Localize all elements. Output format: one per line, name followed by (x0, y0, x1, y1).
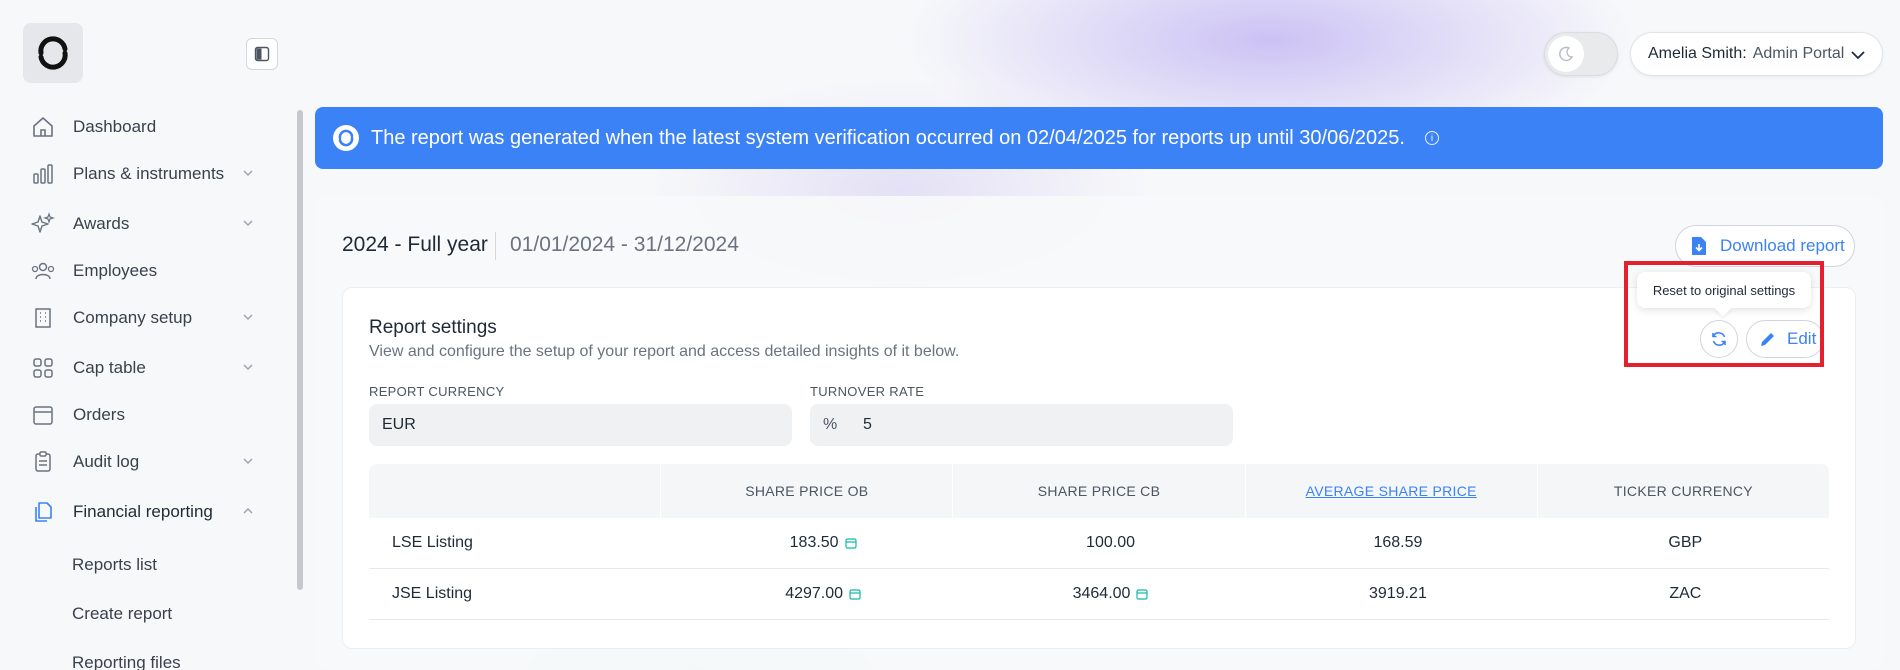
user-menu-button[interactable]: Amelia Smith: Admin Portal (1630, 32, 1883, 76)
highlight-box (1624, 261, 1824, 367)
info-icon[interactable]: i (1424, 131, 1439, 145)
cell-value: 4297.00 (785, 585, 844, 602)
settings-title: Report settings (369, 317, 497, 338)
bar-chart-icon (30, 161, 56, 187)
column-header-share-price-cb: SHARE PRICE CB (953, 464, 1246, 518)
turnover-field[interactable]: % 5 (810, 404, 1233, 446)
sidebar-item-dashboard[interactable]: Dashboard (30, 111, 260, 143)
moon-icon (1559, 46, 1574, 62)
sidebar-item-label: Audit log (73, 452, 140, 471)
home-icon (30, 114, 56, 140)
turnover-value: 5 (863, 416, 872, 433)
chevron-down-icon (243, 458, 253, 465)
banner-logo-icon (333, 125, 359, 151)
listing-name: LSE Listing (392, 534, 473, 551)
knob (1548, 36, 1584, 72)
calendar-icon[interactable] (1136, 588, 1149, 600)
sidebar-item-financial-reporting[interactable]: Financial reporting (30, 496, 260, 528)
share-price-ob-cell: 4297.00 (679, 569, 966, 619)
chevron-down-icon (243, 170, 253, 177)
sidebar-toggle-icon (254, 46, 270, 62)
logo-icon (38, 36, 68, 70)
documents-icon (30, 499, 56, 525)
sidebar-item-label: Employees (73, 261, 158, 280)
banner-text: The report was generated when the latest… (371, 126, 1405, 149)
sidebar-item-label: Dashboard (73, 117, 157, 136)
report-date-range: 01/01/2024 - 31/12/2024 (510, 233, 739, 256)
calendar-icon (30, 402, 56, 428)
chevron-down-icon (243, 364, 253, 371)
clipboard-icon (30, 449, 56, 475)
average-share-price-cell: 168.59 (1373, 534, 1423, 551)
portal-name: Admin Portal (1752, 45, 1845, 62)
sidebar-scrollbar[interactable] (297, 110, 303, 590)
column-header-average-share-price[interactable]: AVERAGE SHARE PRICE (1246, 464, 1538, 518)
sidebar-item-label: Plans & instruments (73, 164, 225, 183)
sidebar-item-awards[interactable]: Awards (30, 208, 260, 240)
calendar-icon[interactable] (844, 537, 857, 549)
download-label: Download report (1720, 236, 1845, 255)
listing-name: JSE Listing (392, 585, 473, 602)
share-price-table: SHARE PRICE OB SHARE PRICE CB AVERAGE SH… (369, 464, 1829, 620)
sidebar-item-employees[interactable]: Employees (30, 255, 260, 287)
sidebar-subitem-reporting-files[interactable]: Reporting files (72, 653, 181, 670)
turnover-label: TURNOVER RATE (810, 384, 925, 399)
sidebar-item-label: Financial reporting (73, 502, 213, 521)
currency-field[interactable]: EUR (369, 404, 792, 446)
percent-unit: % (823, 416, 838, 433)
table-row: JSE Listing 4297.00 3464.00 3919.21 ZAC (369, 569, 1829, 620)
sidebar-item-orders[interactable]: Orders (30, 399, 260, 431)
users-icon (30, 258, 56, 284)
table-header: SHARE PRICE OB SHARE PRICE CB AVERAGE SH… (369, 464, 1829, 518)
sidebar-subitem-create-report[interactable]: Create report (72, 604, 172, 624)
divider (495, 232, 496, 260)
share-price-cb-cell: 3464.00 (967, 569, 1254, 619)
sidebar: Dashboard Plans & instruments Awards Emp… (0, 0, 295, 670)
column-header (369, 464, 662, 518)
sidebar-subitem-reports-list[interactable]: Reports list (72, 555, 157, 575)
sidebar-item-company-setup[interactable]: Company setup (30, 302, 260, 334)
sidebar-item-label: Company setup (73, 308, 193, 327)
report-title: 2024 - Full year (342, 233, 488, 256)
table-row: LSE Listing 183.50 100.00 168.59 GBP (369, 518, 1829, 569)
currency-label: REPORT CURRENCY (369, 384, 505, 399)
info-banner: The report was generated when the latest… (315, 107, 1883, 169)
chevron-down-icon (1851, 51, 1865, 60)
sparkles-icon (30, 211, 56, 237)
ticker-currency-cell: ZAC (1669, 585, 1702, 602)
app-logo[interactable] (23, 23, 83, 83)
cell-value: 183.50 (789, 534, 839, 551)
chevron-down-icon (243, 314, 253, 321)
ticker-currency-cell: GBP (1668, 534, 1703, 551)
settings-subtitle: View and configure the setup of your rep… (369, 343, 960, 360)
building-icon (30, 305, 56, 331)
share-price-ob-cell: 183.50 (679, 518, 966, 568)
share-price-cb-cell: 100.00 (1086, 534, 1135, 551)
calendar-icon[interactable] (849, 588, 861, 600)
chevron-down-icon (243, 220, 253, 227)
download-file-icon (1692, 237, 1706, 255)
sidebar-item-audit-log[interactable]: Audit log (30, 446, 260, 478)
sidebar-item-label: Awards (73, 214, 130, 233)
grid-icon (30, 355, 56, 381)
column-header-ticker-currency: TICKER CURRENCY (1613, 483, 1753, 499)
cell-value: 3464.00 (1072, 585, 1131, 602)
sidebar-item-cap-table[interactable]: Cap table (30, 352, 260, 384)
sidebar-item-plans[interactable]: Plans & instruments (30, 158, 260, 190)
sidebar-item-label: Orders (73, 405, 125, 424)
chevron-up-icon (243, 507, 253, 514)
sidebar-item-label: Cap table (73, 358, 146, 377)
theme-toggle[interactable] (1544, 32, 1618, 76)
column-header-share-price-ob: SHARE PRICE OB (661, 464, 954, 518)
average-share-price-cell: 3919.21 (1369, 585, 1427, 602)
user-name: Amelia Smith: (1648, 45, 1747, 62)
sidebar-collapse-button[interactable] (246, 38, 278, 70)
currency-value: EUR (382, 416, 416, 433)
